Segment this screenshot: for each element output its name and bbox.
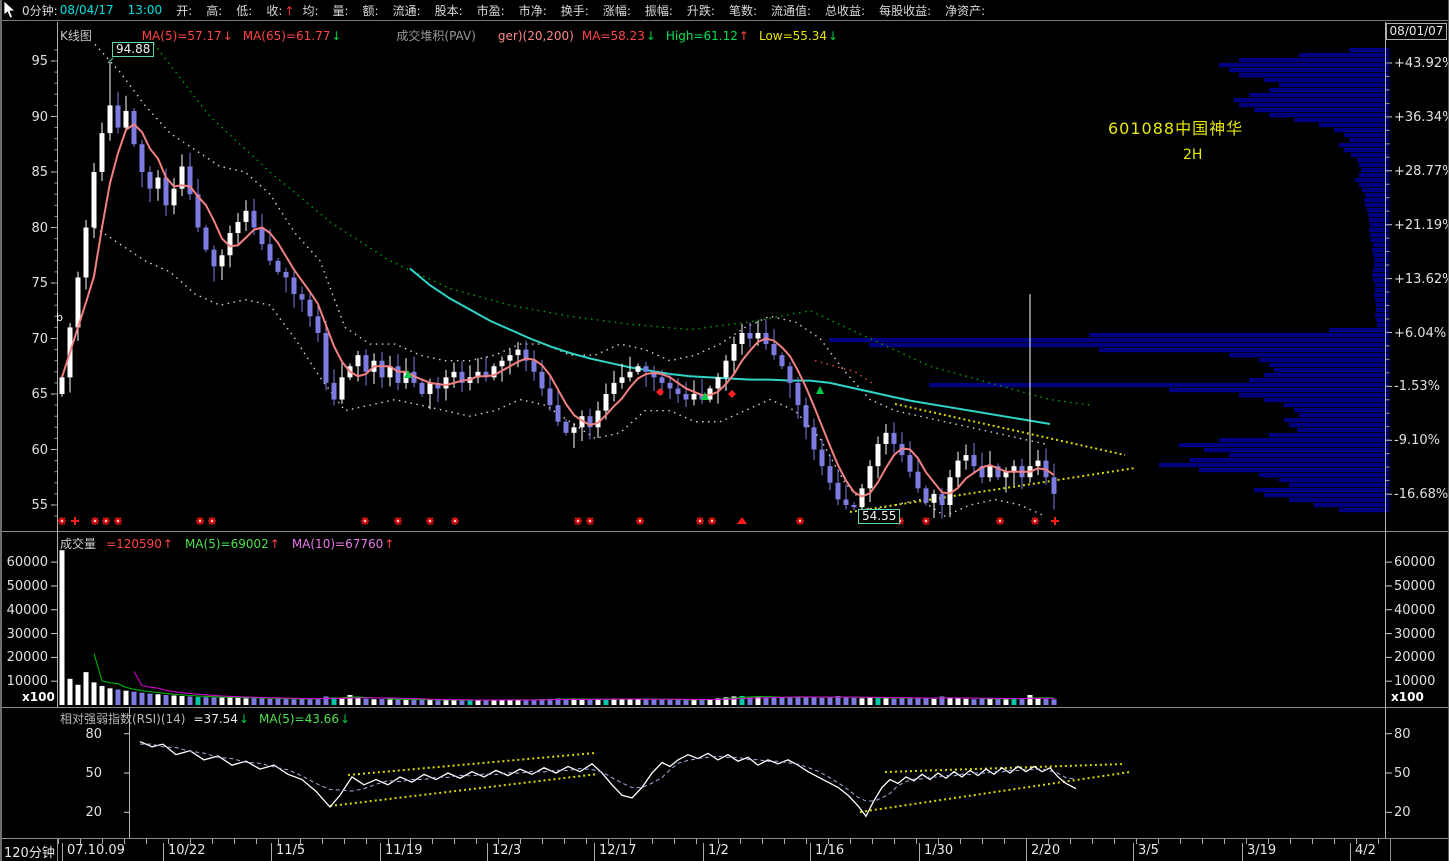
quote-field-label: 股本: [435, 2, 463, 19]
time-axis-date: 1/16 [810, 843, 844, 861]
time-axis-right-box [1390, 839, 1448, 861]
time-axis-date: 12/17 [594, 843, 636, 861]
quote-field-label: 量: [332, 2, 348, 19]
quote-date: 08/04/17 [60, 3, 114, 17]
time-axis-date: 1/2 [703, 843, 729, 861]
quote-field-label: 流通: [393, 2, 421, 19]
quote-field-label: 收: [266, 2, 282, 19]
quote-field-label: 流通值: [771, 2, 811, 19]
quote-field-label: 均: [302, 2, 318, 19]
timeframe-box[interactable]: 120分钟 [0, 839, 58, 861]
quote-field-label: 笔数: [729, 2, 757, 19]
quote-field-label: 升跌: [687, 2, 715, 19]
top-info-bar: 0分钟: 08/04/17 13:00 开: 高: 低: 收:↑ 均: 量: 额: 流通: 股本… [0, 0, 1449, 21]
time-axis-date: 10/22 [163, 843, 205, 861]
quote-field-label: 低: [236, 2, 252, 19]
period-indicator: 0分钟: [22, 2, 58, 19]
time-axis-date: 11/5 [271, 843, 305, 861]
quote-field-label: 市净: [519, 2, 547, 19]
quote-field-label: 总收益: [825, 2, 865, 19]
quote-field-label: 换手: [561, 2, 589, 19]
charts-canvas[interactable] [0, 0, 1449, 861]
quote-field-label: 额: [363, 2, 379, 19]
quote-field-label: 高: [206, 2, 222, 19]
mouse-cursor-icon [3, 1, 17, 19]
time-axis-date: 3/5 [1133, 843, 1159, 861]
quote-field-label: 开: [176, 2, 192, 19]
quote-field-label: 市盈: [477, 2, 505, 19]
time-axis-date: 2/20 [1026, 843, 1060, 861]
time-axis-date: 07.10.09 [62, 843, 125, 861]
time-axis-date: 1/30 [919, 843, 953, 861]
quote-fields: 开: 高: 低: 收:↑ 均: 量: 额: 流通: 股本: 市盈: 市净: 换手: 涨幅: 振幅: 升跌: 笔… [162, 2, 985, 19]
quote-field-label: 净资产: [945, 2, 985, 19]
quote-field-label: 涨幅: [603, 2, 631, 19]
time-axis-date: 3/19 [1242, 843, 1276, 861]
time-axis-date: 11/19 [380, 843, 422, 861]
time-axis-date: 4/2 [1350, 843, 1376, 861]
window-left-edge [0, 0, 2, 861]
quote-field-label: 振幅: [645, 2, 673, 19]
time-axis-bar: 120分钟 07.10.09 10/22 11/5 11/19 12/3 12/17 1/2… [0, 838, 1449, 861]
quote-time: 13:00 [128, 3, 163, 17]
quote-field-label: 每股收益: [879, 2, 931, 19]
stock-charting-app-window: 0分钟: 08/04/17 13:00 开: 高: 低: 收:↑ 均: 量: 额: 流通: 股本… [0, 0, 1449, 861]
time-axis-date: 12/3 [487, 843, 521, 861]
quote-field-label: ↑ [284, 4, 294, 18]
